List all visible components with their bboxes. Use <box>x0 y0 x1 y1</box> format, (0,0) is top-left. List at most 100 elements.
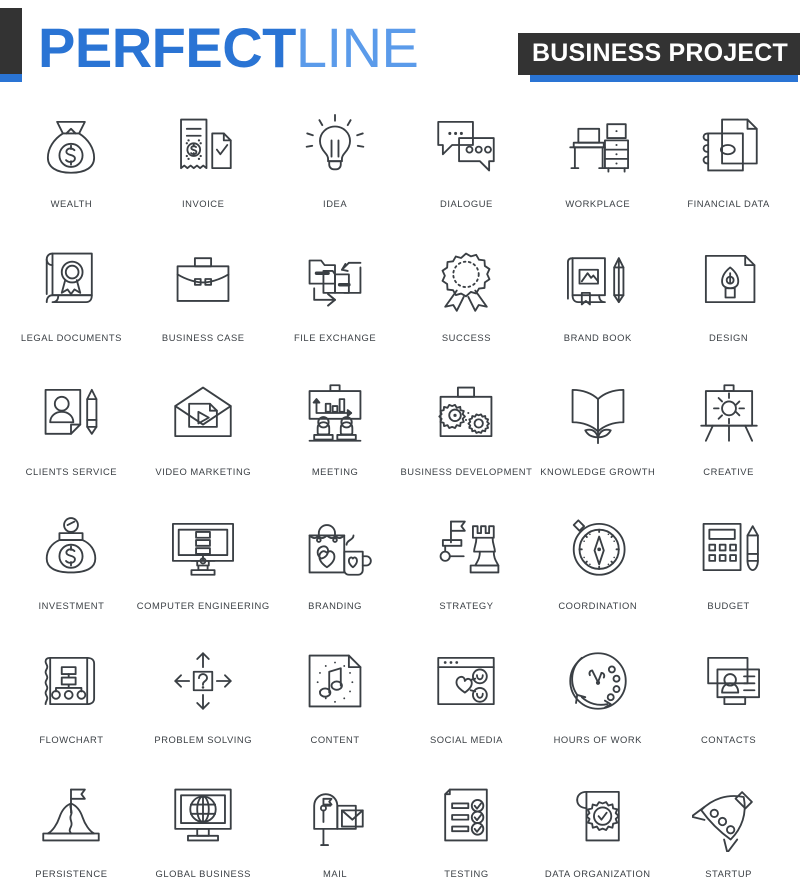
logo-bold-text: PERFECT <box>38 16 296 79</box>
icon-cell[interactable]: BUSINESS CASE <box>137 240 270 374</box>
pen-nib-page-icon <box>687 240 771 318</box>
icon-cell[interactable]: INVOICE <box>137 106 270 240</box>
icon-cell[interactable]: GLOBAL BUSINESS <box>137 776 270 889</box>
icon-cell[interactable]: TESTING <box>401 776 533 889</box>
icon-cell[interactable]: PROBLEM SOLVING <box>137 642 270 776</box>
icon-cell[interactable]: CLIENTS SERVICE <box>6 374 137 508</box>
icon-cell[interactable]: HOURS OF WORK <box>532 642 663 776</box>
icon-label: BUSINESS CASE <box>161 332 245 343</box>
header-left-bar-accent <box>0 74 22 82</box>
icon-label: BRAND BOOK <box>563 332 632 343</box>
envelope-play-icon <box>161 374 245 452</box>
scroll-seal-icon <box>29 240 113 318</box>
icon-cell[interactable]: PERSISTENCE <box>6 776 137 889</box>
page-header: PERFECTLINE BUSINESS PROJECT <box>0 0 800 96</box>
icon-cell[interactable]: LEGAL DOCUMENTS <box>6 240 137 374</box>
icon-cell[interactable]: BUSINESS DEVELOPMENT <box>401 374 533 508</box>
icon-label: PROBLEM SOLVING <box>154 734 253 745</box>
header-left-bar <box>0 8 22 82</box>
icon-label: SUCCESS <box>441 332 492 343</box>
icon-label: COORDINATION <box>558 600 638 611</box>
desk-computer-icon <box>556 106 640 184</box>
icon-cell[interactable]: WEALTH <box>6 106 137 240</box>
calculator-pencil-icon <box>687 508 771 586</box>
icon-cell[interactable]: STRATEGY <box>401 508 533 642</box>
checklist-page-icon <box>424 776 508 854</box>
scroll-gear-check-icon <box>556 776 640 854</box>
award-rosette-icon <box>424 240 508 318</box>
icon-cell[interactable]: FILE EXCHANGE <box>270 240 401 374</box>
category-badge-label: BUSINESS PROJECT <box>518 33 800 75</box>
icon-label: HOURS OF WORK <box>553 734 642 745</box>
icon-label: INVOICE <box>182 198 225 209</box>
shopping-bag-mug-icon <box>293 508 377 586</box>
icon-label: DESIGN <box>708 332 749 343</box>
icon-cell[interactable]: STARTUP <box>663 776 794 889</box>
browser-network-icon <box>424 642 508 720</box>
book-pencil-icon <box>556 240 640 318</box>
compass-icon <box>556 508 640 586</box>
icon-cell[interactable]: MEETING <box>270 374 401 508</box>
icon-cell[interactable]: CONTENT <box>270 642 401 776</box>
icon-label: FILE EXCHANGE <box>294 332 377 343</box>
icon-label: CLIENTS SERVICE <box>25 466 118 477</box>
icon-cell[interactable]: BRANDING <box>270 508 401 642</box>
icon-label: STARTUP <box>705 868 752 879</box>
icon-cell[interactable]: COORDINATION <box>532 508 663 642</box>
icon-label: IDEA <box>323 198 348 209</box>
icon-cell[interactable]: CREATIVE <box>663 374 794 508</box>
logo-light-text: LINE <box>295 16 419 79</box>
icon-cell[interactable]: INVESTMENT <box>6 508 137 642</box>
icon-cell[interactable]: FINANCIAL DATA <box>663 106 794 240</box>
icon-label: BRANDING <box>308 600 363 611</box>
icon-cell[interactable]: VIDEO MARKETING <box>137 374 270 508</box>
notebook-documents-icon <box>687 106 771 184</box>
icon-cell[interactable]: COMPUTER ENGINEERING <box>137 508 270 642</box>
icon-cell[interactable]: KNOWLEDGE GROWTH <box>532 374 663 508</box>
mountain-flag-icon <box>29 776 113 854</box>
icon-label: MAIL <box>323 868 348 879</box>
speech-bubbles-icon <box>424 106 508 184</box>
icon-label: LEGAL DOCUMENTS <box>20 332 122 343</box>
invoice-receipt-icon <box>161 106 245 184</box>
chess-rook-flag-icon <box>424 508 508 586</box>
icon-cell[interactable]: SUCCESS <box>401 240 533 374</box>
icon-label: DATA ORGANIZATION <box>544 868 651 879</box>
profile-page-pencil-icon <box>29 374 113 452</box>
money-bag-icon <box>29 106 113 184</box>
icon-label: CREATIVE <box>703 466 754 477</box>
lightbulb-icon <box>293 106 377 184</box>
icon-cell[interactable]: BUDGET <box>663 508 794 642</box>
icon-cell[interactable]: BRAND BOOK <box>532 240 663 374</box>
icon-cell[interactable]: FLOWCHART <box>6 642 137 776</box>
coin-purse-icon <box>29 508 113 586</box>
icon-cell[interactable]: MAIL <box>270 776 401 889</box>
icon-label: CONTENT <box>310 734 360 745</box>
icon-label: CONTACTS <box>700 734 757 745</box>
icon-label: INVESTMENT <box>38 600 105 611</box>
icon-label: GLOBAL BUSINESS <box>155 868 251 879</box>
clock-arrow-icon <box>556 642 640 720</box>
icon-cell[interactable]: DIALOGUE <box>401 106 533 240</box>
icon-cell[interactable]: CONTACTS <box>663 642 794 776</box>
icon-cell[interactable]: IDEA <box>270 106 401 240</box>
icon-label: FLOWCHART <box>39 734 104 745</box>
music-note-page-icon <box>293 642 377 720</box>
question-arrows-icon <box>161 642 245 720</box>
brand-logo: PERFECTLINE <box>38 20 419 76</box>
easel-sun-icon <box>687 374 771 452</box>
contact-cards-icon <box>687 642 771 720</box>
rocket-icon <box>687 776 771 854</box>
briefcase-gears-icon <box>424 374 508 452</box>
icon-cell[interactable]: DATA ORGANIZATION <box>532 776 663 889</box>
open-book-sprout-icon <box>556 374 640 452</box>
icon-set-page: PERFECTLINE BUSINESS PROJECT WEALTH INVOI… <box>0 0 800 889</box>
icon-cell[interactable]: SOCIAL MEDIA <box>401 642 533 776</box>
icon-label: MEETING <box>311 466 359 477</box>
folder-exchange-icon <box>293 240 377 318</box>
icon-cell[interactable]: DESIGN <box>663 240 794 374</box>
icon-label: TESTING <box>444 868 489 879</box>
category-badge-accent <box>530 75 798 82</box>
icon-label: BUSINESS DEVELOPMENT <box>400 466 533 477</box>
icon-cell[interactable]: WORKPLACE <box>532 106 663 240</box>
